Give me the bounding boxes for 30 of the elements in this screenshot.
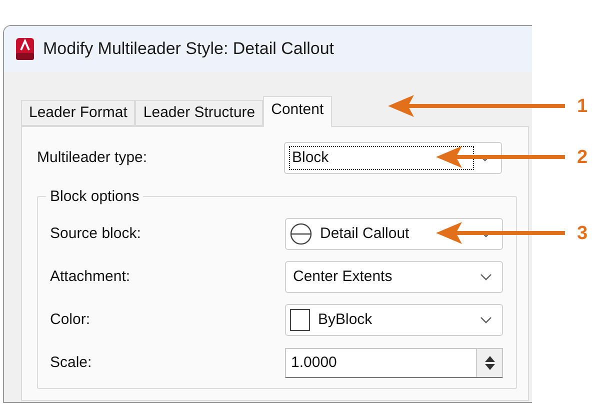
field-label: Multileader type: (37, 148, 148, 168)
callout-number: 2 (577, 148, 588, 166)
field-label: Source block: (50, 224, 142, 244)
field-value: ByBlock (318, 310, 372, 330)
dropdown[interactable]: Block (284, 142, 502, 174)
down-arrow-icon (484, 364, 494, 370)
dropdown[interactable]: ByBlock (285, 304, 503, 336)
spin-buttons[interactable] (476, 349, 502, 377)
field-value: Block (292, 148, 329, 168)
circle-symbol-icon (290, 223, 312, 245)
callout-number: 1 (577, 96, 588, 116)
field-label: Attachment: (50, 266, 132, 287)
scale-spinner[interactable]: 1.0000 (285, 348, 503, 378)
tab[interactable]: Content (263, 96, 332, 127)
dropdown[interactable]: Center Extents (285, 261, 503, 293)
dropdown[interactable]: Detail Callout (285, 218, 503, 250)
chevron-down-icon (480, 316, 492, 324)
app-icon (16, 38, 34, 60)
window-title: Modify Multileader Style: Detail Callout (43, 38, 334, 60)
chevron-down-icon (480, 273, 492, 281)
color-swatch (290, 309, 310, 331)
field-value: 1.0000 (290, 352, 338, 373)
field-label: Color: (50, 310, 92, 330)
field-value: Center Extents (293, 267, 392, 287)
up-arrow-icon (484, 356, 494, 362)
field-value: Detail Callout (320, 224, 410, 244)
callout-number: 3 (577, 224, 588, 242)
tab[interactable]: Leader Structure (135, 100, 264, 126)
tab[interactable]: Leader Format (21, 100, 136, 126)
field-label: Scale: (50, 352, 93, 373)
